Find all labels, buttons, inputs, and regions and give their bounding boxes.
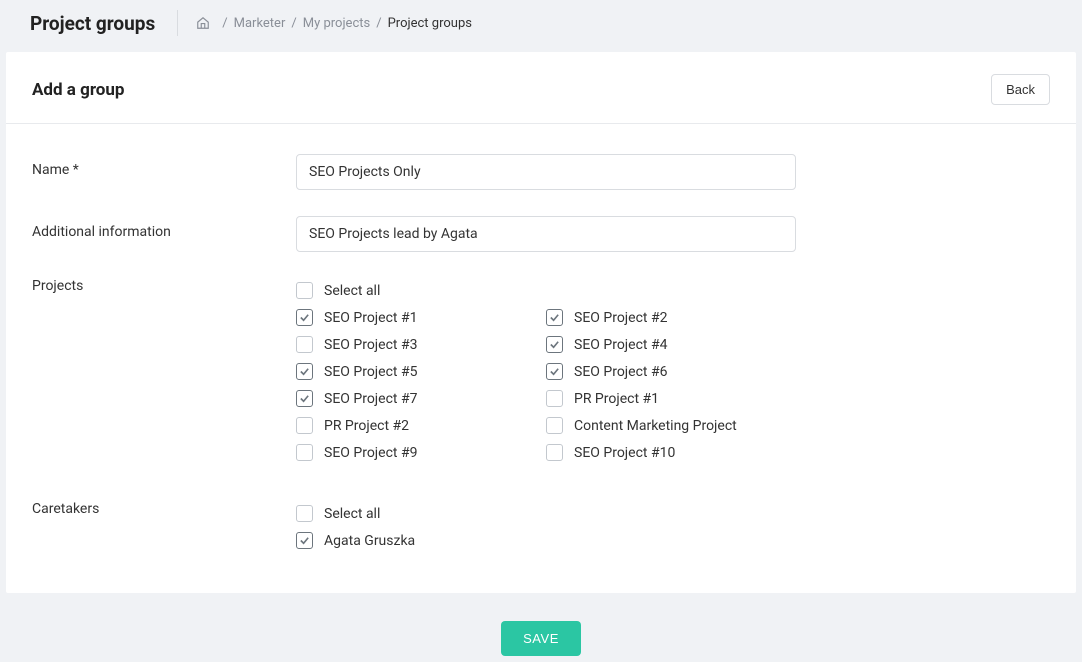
list-item[interactable]: Content Marketing Project — [546, 417, 796, 434]
list-item[interactable]: PR Project #1 — [546, 390, 796, 407]
list-item[interactable]: SEO Project #9 — [296, 444, 546, 461]
select-all-label: Select all — [324, 506, 380, 522]
name-input[interactable] — [296, 154, 796, 190]
checkbox-icon — [546, 417, 563, 434]
page-title: Project groups — [30, 12, 155, 35]
card-header: Add a group Back — [6, 52, 1076, 124]
checkbox-label: PR Project #1 — [574, 391, 659, 407]
checkbox-icon — [296, 532, 313, 549]
form-card: Add a group Back Name * Additional infor… — [6, 52, 1076, 593]
list-item[interactable]: SEO Project #2 — [546, 309, 796, 326]
checkbox-label: PR Project #2 — [324, 418, 409, 434]
select-all-label: Select all — [324, 283, 380, 299]
checkbox-label: SEO Project #3 — [324, 337, 417, 353]
form-row-info: Additional information — [6, 190, 1076, 252]
checkbox-icon — [546, 390, 563, 407]
checkbox-label: Content Marketing Project — [574, 418, 737, 434]
form-row-caretakers: Caretakers Select all Agata Gruszka — [6, 471, 1076, 559]
checkbox-icon — [546, 336, 563, 353]
vertical-divider — [177, 10, 178, 36]
checkbox-label: SEO Project #6 — [574, 364, 667, 380]
checkbox-label: SEO Project #2 — [574, 310, 667, 326]
home-icon[interactable] — [196, 16, 210, 30]
breadcrumb-separator: / — [376, 16, 381, 31]
form-row-projects: Projects Select all SEO Project #1SEO Pr… — [6, 252, 1076, 471]
list-item[interactable]: Agata Gruszka — [296, 532, 1050, 549]
card-title: Add a group — [32, 80, 124, 100]
list-item[interactable]: PR Project #2 — [296, 417, 546, 434]
list-item[interactable]: SEO Project #3 — [296, 336, 546, 353]
checkbox-icon — [546, 444, 563, 461]
list-item[interactable]: SEO Project #10 — [546, 444, 796, 461]
breadcrumb: / Marketer / My projects / Project group… — [196, 16, 472, 31]
checkbox-icon — [546, 363, 563, 380]
info-label: Additional information — [32, 216, 296, 240]
info-input[interactable] — [296, 216, 796, 252]
projects-select-all[interactable]: Select all — [296, 282, 1050, 299]
checkbox-label: Agata Gruszka — [324, 533, 415, 549]
checkbox-label: SEO Project #7 — [324, 391, 417, 407]
checkbox-label: SEO Project #4 — [574, 337, 667, 353]
back-button[interactable]: Back — [991, 74, 1050, 105]
checkbox-label: SEO Project #9 — [324, 445, 417, 461]
checkbox-label: SEO Project #1 — [324, 310, 417, 326]
checkbox-label: SEO Project #10 — [574, 445, 675, 461]
checkbox-icon — [296, 505, 313, 522]
name-label: Name * — [32, 154, 296, 178]
breadcrumb-marketer[interactable]: Marketer — [234, 16, 286, 31]
checkbox-icon — [296, 444, 313, 461]
list-item[interactable]: SEO Project #4 — [546, 336, 796, 353]
checkbox-icon — [546, 309, 563, 326]
caretakers-select-all[interactable]: Select all — [296, 505, 1050, 522]
list-item[interactable]: SEO Project #1 — [296, 309, 546, 326]
breadcrumb-my-projects[interactable]: My projects — [303, 16, 371, 31]
checkbox-icon — [296, 417, 313, 434]
save-bar: SAVE — [0, 603, 1082, 662]
caretakers-label: Caretakers — [32, 501, 296, 517]
projects-grid: SEO Project #1 SEO Project #2 SEO Project … — [296, 309, 1050, 471]
checkbox-label: SEO Project #5 — [324, 364, 417, 380]
projects-label: Projects — [32, 278, 296, 294]
checkbox-icon — [296, 336, 313, 353]
breadcrumb-separator: / — [222, 16, 227, 31]
list-item[interactable]: SEO Project #7 — [296, 390, 546, 407]
breadcrumb-current: Project groups — [388, 16, 472, 31]
checkbox-icon — [296, 390, 313, 407]
list-item[interactable]: SEO Project #6 — [546, 363, 796, 380]
checkbox-icon — [296, 363, 313, 380]
save-button[interactable]: SAVE — [501, 621, 581, 656]
checkbox-icon — [296, 282, 313, 299]
form-row-name: Name * — [6, 124, 1076, 190]
caretakers-list: Agata Gruszka — [296, 532, 1050, 549]
checkbox-icon — [296, 309, 313, 326]
breadcrumb-separator: / — [291, 16, 296, 31]
top-bar: Project groups / Marketer / My projects … — [0, 0, 1082, 52]
list-item[interactable]: SEO Project #5 — [296, 363, 546, 380]
